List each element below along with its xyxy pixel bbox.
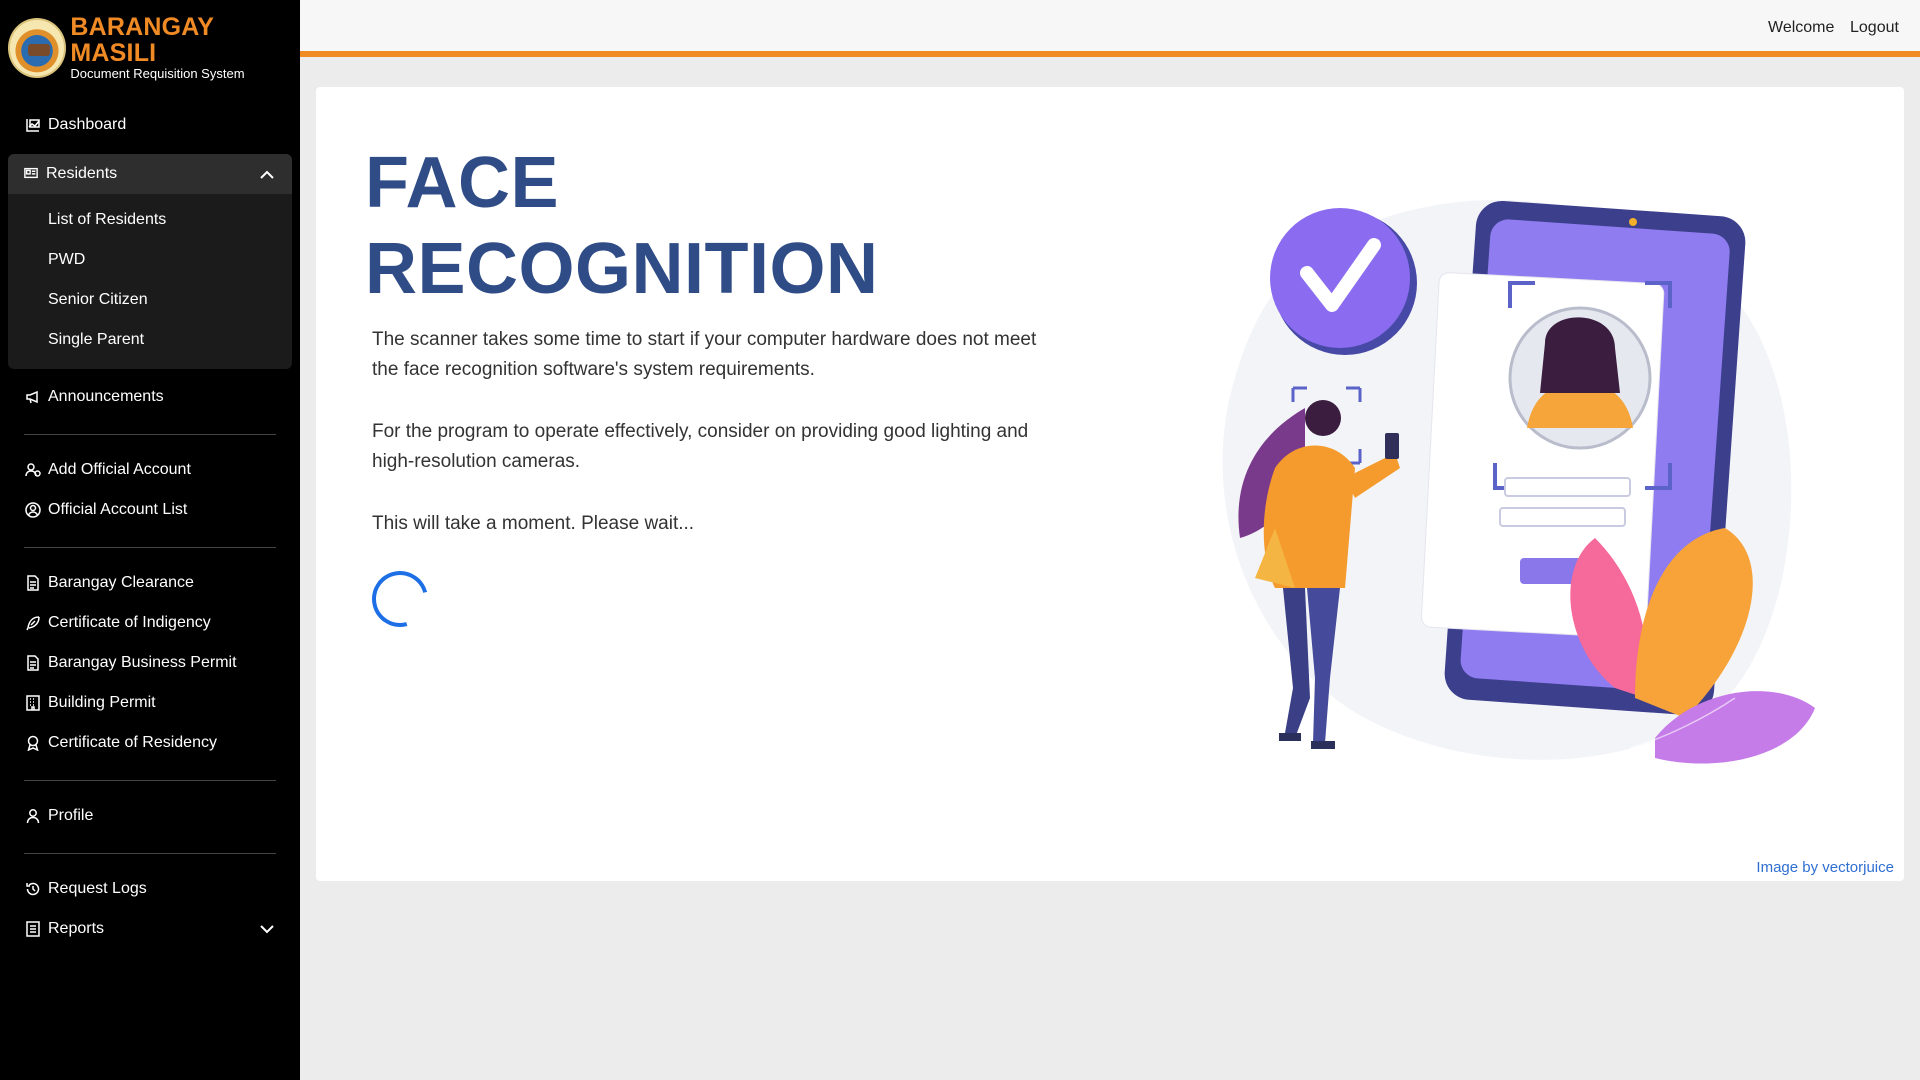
sidebar: BARANGAY MASILI Document Requisition Sys… [0, 0, 300, 1080]
sidebar-item-barangay-clearance[interactable]: Barangay Clearance [24, 572, 194, 594]
sidebar-item-add-official-account[interactable]: Add Official Account [24, 459, 191, 481]
topbar: Welcome Logout [300, 0, 1920, 57]
document-icon [24, 654, 42, 672]
sidebar-item-label: Add Official Account [48, 461, 191, 478]
sidebar-item-profile[interactable]: Profile [24, 805, 93, 827]
sidebar-item-label: Certificate of Residency [48, 734, 217, 751]
sidebar-item-label: Official Account List [48, 501, 188, 518]
sidebar-item-certificate-of-indigency[interactable]: Certificate of Indigency [24, 612, 211, 634]
face-recognition-illustration [1222, 199, 1815, 764]
sidebar-item-label: Announcements [48, 388, 164, 405]
sidebar-item-label: Profile [48, 807, 94, 824]
brand[interactable]: BARANGAY MASILI Document Requisition Sys… [8, 14, 300, 81]
divider [24, 853, 276, 854]
sidebar-item-certificate-of-residency[interactable]: Certificate of Residency [24, 732, 217, 754]
user-circle-icon [24, 501, 42, 519]
chevron-up-icon[interactable] [258, 166, 276, 184]
wait-message: This will take a moment. Please wait... [372, 513, 695, 534]
sidebar-item-label: Certificate of Indigency [48, 614, 211, 631]
report-icon [24, 920, 42, 938]
chevron-down-icon[interactable] [258, 920, 276, 938]
document-icon [24, 574, 42, 592]
sidebar-item-announcements[interactable]: Announcements [24, 386, 164, 408]
sidebar-item-request-logs[interactable]: Request Logs [24, 878, 147, 900]
history-icon [24, 880, 42, 898]
sidebar-item-list-of-residents[interactable]: List of Residents [48, 211, 166, 229]
megaphone-icon [24, 388, 42, 406]
divider [24, 434, 276, 435]
sidebar-item-pwd[interactable]: PWD [48, 251, 85, 269]
requirements-notice: The scanner takes some time to start if … [372, 329, 1037, 380]
building-icon [24, 694, 42, 712]
sidebar-item-dashboard[interactable]: Dashboard [24, 114, 126, 136]
sidebar-item-label: Dashboard [48, 116, 127, 133]
sidebar-item-label: Reports [48, 920, 105, 937]
sidebar-item-label: Request Logs [48, 880, 147, 897]
lighting-tip: For the program to operate effectively, … [372, 421, 1029, 472]
sidebar-item-label: Residents [46, 165, 118, 182]
sidebar-item-label: Barangay Business Permit [48, 654, 237, 671]
sidebar-item-single-parent[interactable]: Single Parent [48, 331, 144, 349]
logout-link[interactable]: Logout [1850, 19, 1899, 37]
sidebar-item-residents[interactable]: Residents [8, 154, 292, 194]
page-title-line-2: RECOGNITION [365, 229, 879, 309]
page-title: FACE RECOGNITION [365, 140, 879, 312]
sidebar-item-barangay-business-permit[interactable]: Barangay Business Permit [24, 652, 237, 674]
add-user-icon [24, 461, 42, 479]
sidebar-item-reports[interactable]: Reports [24, 918, 276, 940]
feather-icon [24, 614, 42, 632]
divider [24, 780, 276, 781]
user-icon [24, 807, 42, 825]
sidebar-item-label: Barangay Clearance [48, 574, 194, 591]
brand-subtitle: Document Requisition System [70, 66, 245, 81]
image-credit-link[interactable]: Image by vectorjuice [1756, 859, 1894, 876]
sidebar-item-label: Building Permit [48, 694, 156, 711]
award-icon [24, 734, 42, 752]
barangay-seal-logo [8, 17, 67, 78]
sidebar-item-senior-citizen[interactable]: Senior Citizen [48, 291, 148, 309]
residents-group: Residents List of Residents PWD Senior C… [8, 154, 292, 369]
sidebar-item-official-account-list[interactable]: Official Account List [24, 499, 187, 521]
sidebar-item-building-permit[interactable]: Building Permit [24, 692, 156, 714]
brand-title: BARANGAY MASILI [70, 13, 214, 67]
divider [24, 547, 276, 548]
id-card-icon [24, 166, 40, 182]
welcome-link[interactable]: Welcome [1768, 19, 1834, 37]
dashboard-icon [24, 116, 42, 134]
page-title-line-1: FACE [365, 143, 560, 223]
